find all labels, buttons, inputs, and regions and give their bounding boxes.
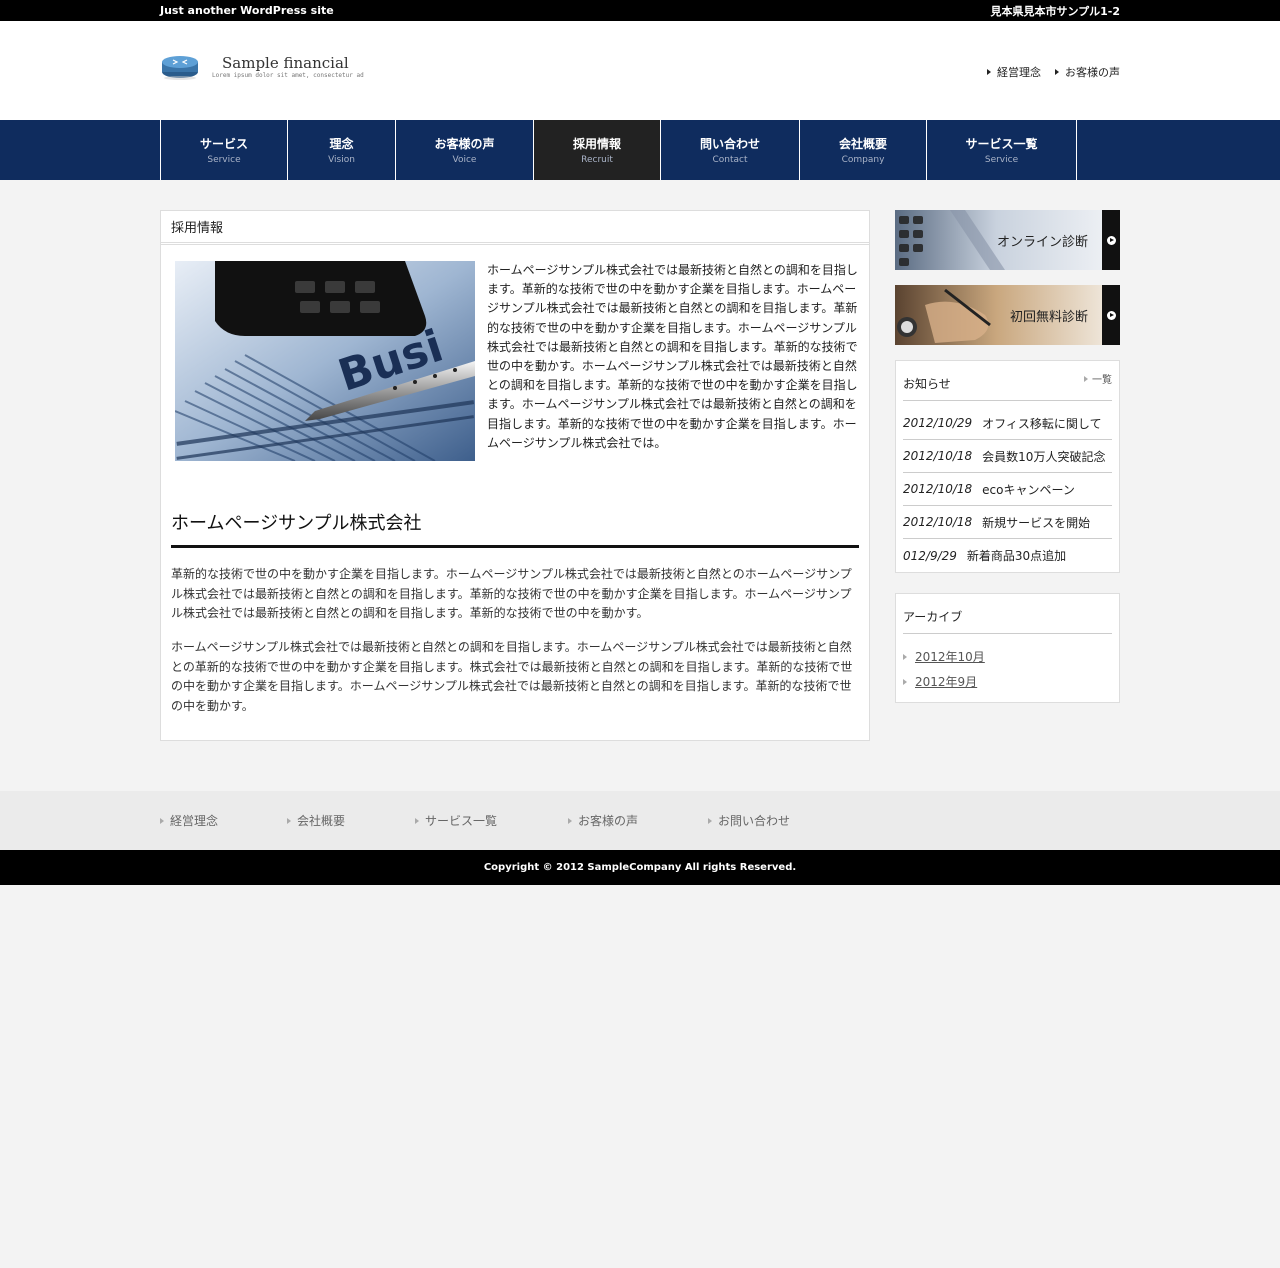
intro-text: ホームページサンプル株式会社では最新技術と自然との調和を目指します。革新的な技術… — [487, 263, 858, 450]
section-heading: ホームページサンプル株式会社 — [171, 509, 859, 548]
top-bar: Just another WordPress site 見本県見本市サンプル1-… — [0, 0, 1280, 21]
header-link-philosophy[interactable]: 経営理念 — [987, 64, 1041, 80]
news-item[interactable]: 2012/10/29 オフィス移転に関して — [903, 407, 1112, 440]
archive-link[interactable]: 2012年10月 — [903, 644, 1112, 669]
arrow-circle-icon — [1102, 285, 1120, 345]
arrow-right-icon — [903, 678, 907, 685]
footer-link-contact[interactable]: お問い合わせ — [708, 812, 848, 829]
banner-online-diagnosis[interactable]: オンライン診断 — [895, 210, 1120, 270]
footer-link-philosophy[interactable]: 経営理念 — [160, 812, 287, 829]
nav-vision[interactable]: 理念 Vision — [288, 120, 396, 180]
news-item[interactable]: 2012/10/18 新規サービスを開始 — [903, 506, 1112, 539]
arrow-right-icon — [1055, 69, 1059, 75]
news-item[interactable]: 2012/10/18 会員数10万人突破記念 — [903, 440, 1112, 473]
nav-company[interactable]: 会社概要 Company — [800, 120, 927, 180]
arrow-right-icon — [568, 817, 572, 824]
banner-label: 初回無料診断 — [1009, 310, 1088, 325]
archive-title: アーカイブ — [903, 610, 963, 624]
news-more-link[interactable]: 一覧 — [1084, 371, 1112, 386]
banner-label: オンライン診断 — [996, 235, 1088, 250]
content-panel: 採用情報 Busi ホームページサンプル株式会社では最新技術と自然との調和を目指… — [160, 210, 870, 741]
arrow-right-icon — [1084, 375, 1088, 382]
arrow-right-icon — [708, 817, 712, 824]
footer-link-company[interactable]: 会社概要 — [287, 812, 415, 829]
paragraph-2: ホームページサンプル株式会社では最新技術と自然との調和を目指します。ホームページ… — [171, 640, 853, 713]
banner-free-diagnosis[interactable]: 初回無料診断 — [895, 285, 1120, 345]
arrow-right-icon — [987, 69, 991, 75]
logo-icon — [160, 51, 200, 81]
address: 見本県見本市サンプル1-2 — [990, 4, 1120, 18]
site-description: Just another WordPress site — [160, 4, 334, 17]
archive-link[interactable]: 2012年9月 — [903, 669, 1112, 694]
page-title: 採用情報 — [161, 211, 869, 245]
site-tagline: Lorem ipsum dolor sit amet, consectetur … — [212, 72, 364, 79]
footer-link-service-list[interactable]: サービス一覧 — [415, 812, 568, 829]
arrow-right-icon — [160, 817, 164, 824]
arrow-circle-icon — [1102, 210, 1120, 270]
footer-link-voice[interactable]: お客様の声 — [568, 812, 708, 829]
copyright: Copyright © 2012 SampleCompany All right… — [0, 850, 1280, 885]
header-links: 経営理念 お客様の声 — [987, 64, 1120, 80]
nav-recruit[interactable]: 採用情報 Recruit — [534, 120, 661, 180]
main-nav: サービス Service 理念 Vision お客様の声 Voice 採用情報 Recr… — [0, 120, 1280, 180]
header-link-voice[interactable]: お客様の声 — [1055, 64, 1120, 80]
archive-widget: アーカイブ 2012年10月 2012年9月 — [895, 593, 1120, 703]
news-item[interactable]: 2012/10/18 ecoキャンペーン — [903, 473, 1112, 506]
site-name: Sample financial — [222, 54, 349, 72]
paragraph-1: 革新的な技術で世の中を動かす企業を目指します。ホームページサンプル株式会社では最… — [171, 567, 852, 620]
arrow-right-icon — [903, 653, 907, 660]
site-logo[interactable]: Sample financial Lorem ipsum dolor sit a… — [160, 51, 364, 81]
header: Sample financial Lorem ipsum dolor sit a… — [0, 21, 1280, 120]
arrow-right-icon — [415, 817, 419, 824]
nav-service-list[interactable]: サービス一覧 Service — [927, 120, 1077, 180]
nav-voice[interactable]: お客様の声 Voice — [396, 120, 534, 180]
news-title: お知らせ — [903, 377, 951, 391]
arrow-right-icon — [287, 817, 291, 824]
footer-nav: 経営理念 会社概要 サービス一覧 お客様の声 お問い合わせ — [0, 791, 1280, 850]
sidebar: オンライン診断 初回無料診断 お知らせ 一覧 2012/10/29 オフィス移転… — [895, 210, 1120, 723]
news-item[interactable]: 012/9/29 新着商品30点追加 — [903, 539, 1112, 572]
news-widget: お知らせ 一覧 2012/10/29 オフィス移転に関して 2012/10/18 会… — [895, 360, 1120, 573]
nav-contact[interactable]: 問い合わせ Contact — [661, 120, 800, 180]
business-photo: Busi — [175, 261, 475, 461]
intro-section: Busi ホームページサンプル株式会社では最新技術と自然との調和を目指します。革… — [175, 261, 860, 461]
nav-service[interactable]: サービス Service — [161, 120, 288, 180]
main-area: 採用情報 Busi ホームページサンプル株式会社では最新技術と自然との調和を目指… — [0, 180, 1280, 791]
